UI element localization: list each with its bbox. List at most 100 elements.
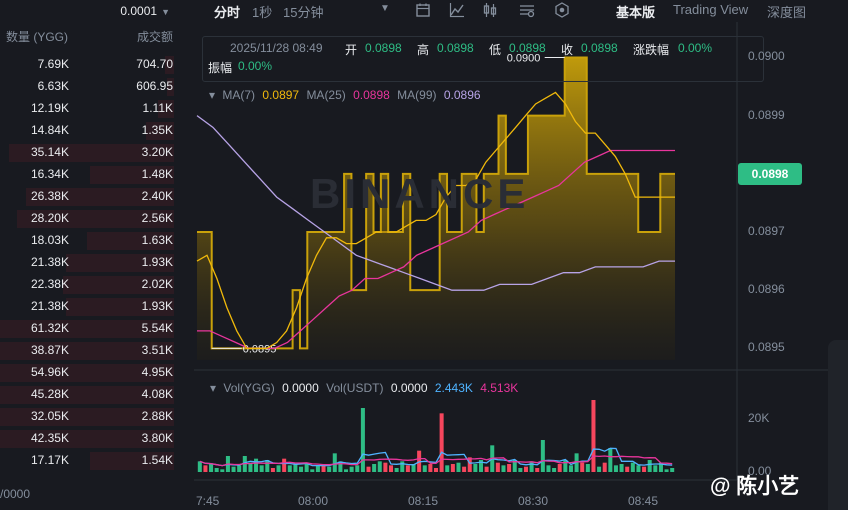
row-turnover: 4.08K — [141, 387, 173, 401]
precision-select[interactable]: 0.0001 ▼ — [120, 4, 170, 18]
order-book-row[interactable]: 16.34K 1.48K — [0, 164, 182, 186]
row-qty: 7.69K — [37, 57, 69, 71]
time-tick-label: 08:45 — [628, 494, 659, 508]
chart-panel: 分时 1秒 15分钟 ▼ 基本版 Trading View 深度图 0.0900… — [182, 0, 848, 510]
order-book-row[interactable]: 18.03K 1.63K — [0, 230, 182, 252]
volume-bar — [299, 466, 304, 472]
row-turnover: 5.54K — [141, 321, 173, 335]
volume-bar — [360, 408, 365, 472]
chevron-down-icon[interactable]: ▾ — [210, 381, 216, 395]
price-tick-label: 0.0895 — [748, 340, 785, 355]
volume-bar — [287, 465, 292, 472]
time-tick-label: 08:15 — [408, 494, 439, 508]
row-qty: 61.32K — [30, 321, 69, 335]
row-turnover: 3.20K — [141, 145, 173, 159]
order-book-row[interactable]: 35.14K 3.20K — [0, 142, 182, 164]
volume-bar — [625, 466, 630, 472]
volume-bar — [214, 468, 219, 472]
vol-ma-value-2: 4.513K — [480, 381, 519, 395]
order-book-footer: /0000 — [0, 487, 31, 501]
ohlc-date: 2025/11/28 08:49 — [230, 41, 323, 55]
volume-bar — [495, 462, 500, 472]
order-book-row[interactable]: 17.17K 1.54K — [0, 450, 182, 472]
close-value: 0.0898 — [581, 41, 618, 55]
time-tick-label: 08:00 — [298, 494, 329, 508]
volume-bar — [523, 466, 528, 472]
row-turnover: 704.70 — [136, 57, 173, 71]
volume-bar — [535, 468, 540, 472]
order-book-row[interactable]: 7.69K 704.70 — [0, 54, 182, 76]
price-tick-label: 0.0897 — [748, 224, 785, 238]
order-book-row[interactable]: 32.05K 2.88K — [0, 406, 182, 428]
volume-bar — [327, 466, 332, 472]
col-turnover: 成交额 — [136, 30, 173, 44]
ma99-value: 0.0896 — [443, 88, 481, 102]
order-book-row[interactable]: 22.38K 2.02K — [0, 274, 182, 296]
order-book-column-headers: 数量 (YGG) 成交额 — [0, 28, 182, 44]
order-book-row[interactable]: 45.28K 4.08K — [0, 384, 182, 406]
amplitude-value: 0.00% — [238, 59, 273, 73]
row-qty: 35.14K — [30, 145, 69, 159]
order-book-row[interactable]: 28.20K 2.56K — [0, 208, 182, 230]
row-qty: 17.17K — [30, 453, 69, 467]
order-book-row[interactable]: 54.96K 4.95K — [0, 362, 182, 384]
row-qty: 45.28K — [30, 387, 69, 401]
row-turnover: 1.54K — [141, 453, 173, 467]
volume-bar — [293, 464, 298, 472]
order-book-row[interactable]: 21.38K 1.93K — [0, 252, 182, 274]
order-book-row[interactable]: 42.35K 3.80K — [0, 428, 182, 450]
row-turnover: 1.11K — [142, 101, 173, 115]
volume-bar — [647, 460, 652, 472]
volume-bar — [389, 465, 394, 472]
order-book-row[interactable]: 26.38K 2.40K — [0, 186, 182, 208]
volume-bar — [619, 464, 624, 472]
volume-bar — [433, 468, 439, 472]
row-turnover: 3.80K — [141, 431, 173, 445]
precision-value: 0.0001 — [120, 4, 158, 18]
volume-bar — [377, 461, 382, 472]
volume-bar — [270, 468, 275, 472]
chevron-down-icon[interactable]: ▾ — [209, 88, 215, 102]
vol-ygg-value: 0.0000 — [282, 381, 319, 395]
vol-ygg-label: Vol(YGG) — [223, 381, 275, 395]
volume-bar — [507, 464, 512, 472]
volume-bar — [372, 464, 377, 472]
order-book-row[interactable]: 6.63K 606.95 — [0, 76, 182, 98]
volume-bar — [203, 465, 208, 472]
volume-bar — [664, 469, 669, 472]
col-qty: 数量 (YGG) — [6, 30, 68, 44]
time-tick-label: 7:45 — [196, 494, 220, 508]
row-turnover: 1.48K — [141, 167, 173, 181]
order-book-row[interactable]: 38.87K 3.51K — [0, 340, 182, 362]
vol-usdt-label: Vol(USDT) — [326, 381, 384, 395]
ma7-value: 0.0897 — [262, 88, 300, 102]
volume-bar — [563, 460, 568, 472]
volume-bar — [366, 466, 371, 472]
side-panel-edge — [828, 340, 848, 510]
order-book-row[interactable]: 14.84K 1.35K — [0, 120, 182, 142]
change-value: 0.00% — [678, 41, 713, 55]
volume-bar — [670, 468, 675, 472]
volume-bar — [540, 440, 545, 472]
row-qty: 28.20K — [30, 211, 69, 225]
binance-watermark-logo: BINANCE — [310, 170, 530, 217]
order-book-row[interactable]: 21.38K 1.93K — [0, 296, 182, 318]
row-qty: 22.38K — [30, 277, 69, 291]
row-turnover: 4.95K — [141, 365, 173, 379]
chevron-down-icon: ▼ — [161, 7, 170, 17]
volume-bar — [473, 464, 478, 472]
volume-bar — [546, 465, 551, 472]
order-book-row[interactable]: 12.19K 1.11K — [0, 98, 182, 120]
ma-legend: ▾ MA(7) 0.0897 MA(25) 0.0898 MA(99) 0.08… — [209, 88, 485, 102]
volume-bar — [355, 465, 360, 472]
volume-bar — [501, 465, 506, 472]
volume-bar — [237, 465, 242, 472]
change-label: 涨跌幅 — [633, 43, 670, 57]
volume-bar — [568, 465, 573, 472]
ohlc-info-box: 2025/11/28 08:49 开 0.0898 高 0.0898 低 0.0… — [202, 36, 764, 82]
volume-bar — [344, 469, 349, 472]
author-watermark: @ 陈小艺 — [710, 475, 800, 498]
row-qty: 42.35K — [30, 431, 69, 445]
vol-usdt-value: 0.0000 — [390, 381, 428, 395]
order-book-row[interactable]: 61.32K 5.54K — [0, 318, 182, 340]
